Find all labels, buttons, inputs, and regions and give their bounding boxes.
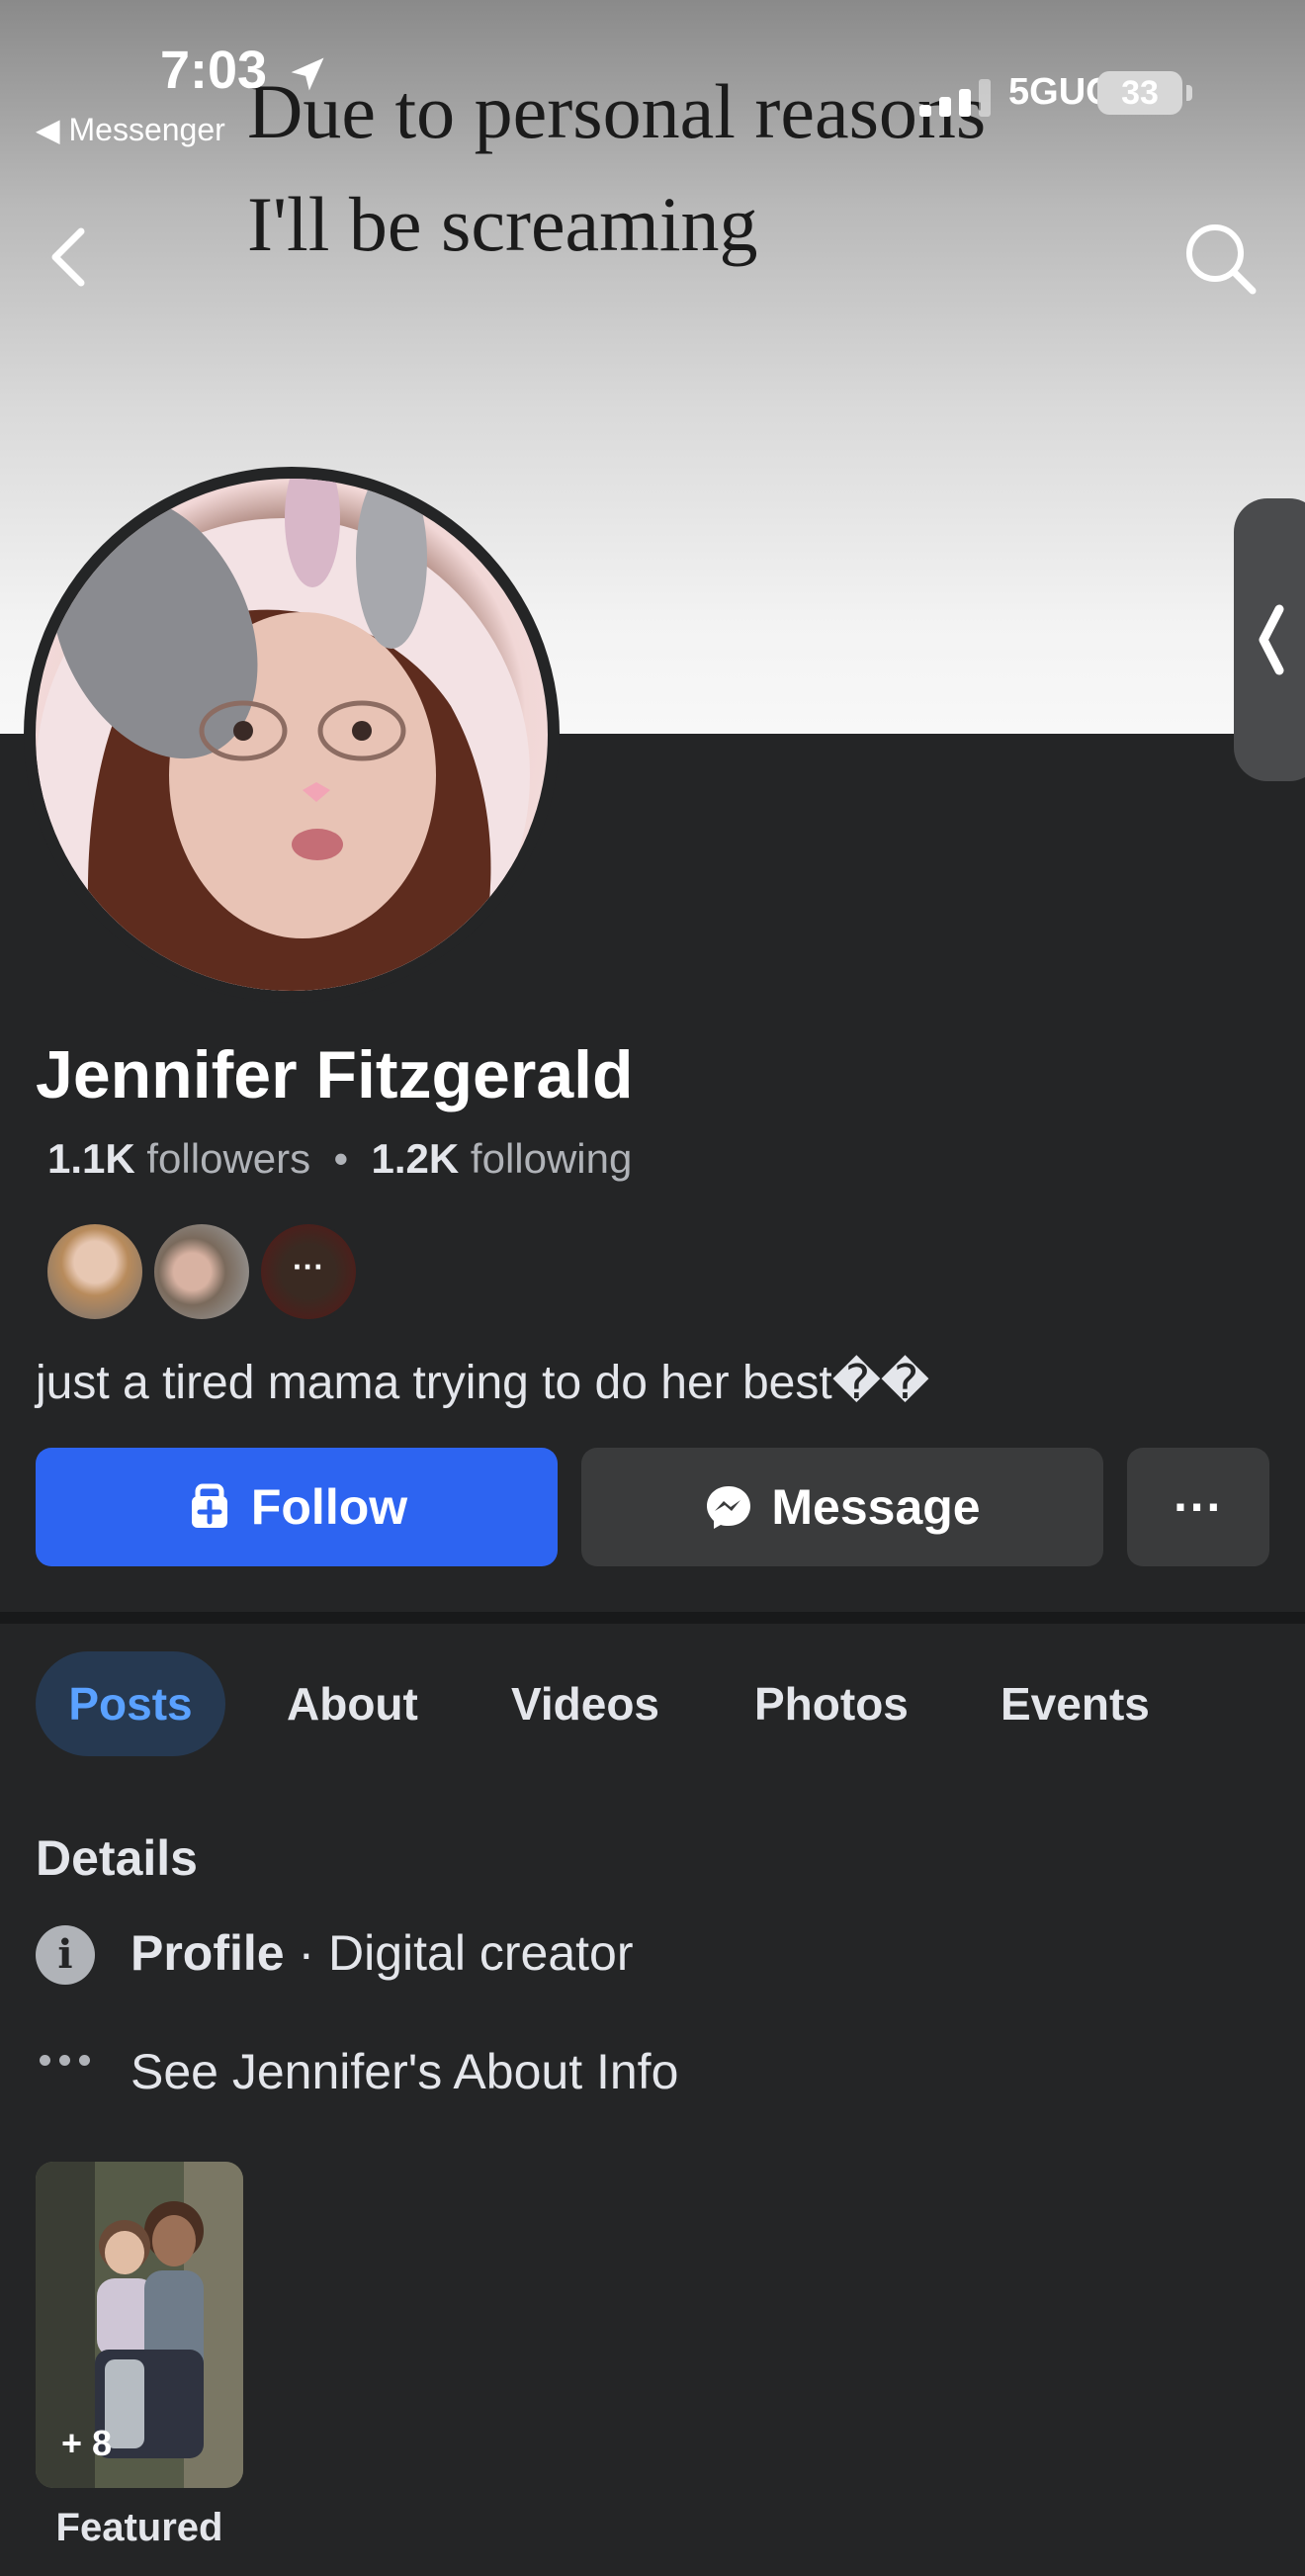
message-label: Message: [771, 1479, 981, 1535]
search-icon: [1186, 224, 1257, 295]
friend-avatar[interactable]: [45, 1222, 144, 1321]
cover-text-line1: Due to personal reasons: [247, 68, 987, 154]
tab-photos[interactable]: Photos: [754, 1651, 909, 1756]
see-about-info-link[interactable]: See Jennifer's About Info: [130, 2043, 678, 2100]
more-options-button[interactable]: ···: [1127, 1448, 1269, 1566]
followers-count: 1.1K: [47, 1135, 135, 1182]
cover-text-line2: I'll be screaming: [247, 181, 758, 267]
featured-count: + 8: [61, 2423, 113, 2463]
message-button[interactable]: Message: [581, 1448, 1103, 1566]
follow-label: Follow: [250, 1479, 408, 1535]
info-icon: i: [36, 1925, 95, 1985]
back-to-messenger[interactable]: ◀ Messenger: [36, 111, 225, 148]
profile-category: Profile · Digital creator: [130, 1924, 633, 1982]
search-button[interactable]: [1181, 220, 1261, 299]
tab-posts[interactable]: Posts: [36, 1651, 225, 1756]
featured-label: Featured: [55, 2506, 223, 2549]
back-chevron-icon: [51, 227, 85, 287]
battery-cap: [1186, 85, 1192, 101]
follow-add-icon: [191, 1483, 227, 1528]
profile-category-label: Profile: [130, 1925, 285, 1981]
tab-about[interactable]: About: [287, 1651, 418, 1756]
more-friends-button[interactable]: ···: [259, 1222, 358, 1321]
back-button[interactable]: [40, 218, 99, 297]
profile-avatar[interactable]: [36, 479, 548, 991]
status-time: 7:03: [160, 40, 329, 101]
drawer-chevron-icon: [1259, 604, 1284, 675]
location-arrow-icon: [291, 57, 324, 91]
battery-icon: 33: [1097, 71, 1182, 115]
follow-stats[interactable]: 1.1K followers • 1.2K following: [47, 1135, 632, 1183]
section-divider: [0, 1612, 1305, 1624]
follow-button[interactable]: Follow: [36, 1448, 558, 1566]
following-count: 1.2K: [371, 1135, 460, 1182]
followers-label: followers: [146, 1135, 311, 1182]
messenger-icon: [707, 1486, 751, 1529]
friend-avatar[interactable]: [152, 1222, 251, 1321]
side-drawer-handle[interactable]: [1234, 498, 1305, 781]
profile-bio: just a tired mama trying to do her best�…: [36, 1357, 930, 1409]
avatar-image: [36, 479, 530, 991]
dots-icon: [36, 2051, 95, 2071]
tab-videos[interactable]: Videos: [511, 1651, 659, 1756]
following-label: following: [470, 1135, 633, 1182]
profile-category-value: · Digital creator: [284, 1925, 634, 1981]
tab-events[interactable]: Events: [1000, 1651, 1150, 1756]
profile-name: Jennifer Fitzgerald: [36, 1037, 634, 1112]
status-time-text: 7:03: [160, 41, 268, 100]
signal-icon: [919, 77, 995, 117]
stats-separator: •: [333, 1135, 349, 1182]
details-heading: Details: [36, 1830, 198, 1886]
